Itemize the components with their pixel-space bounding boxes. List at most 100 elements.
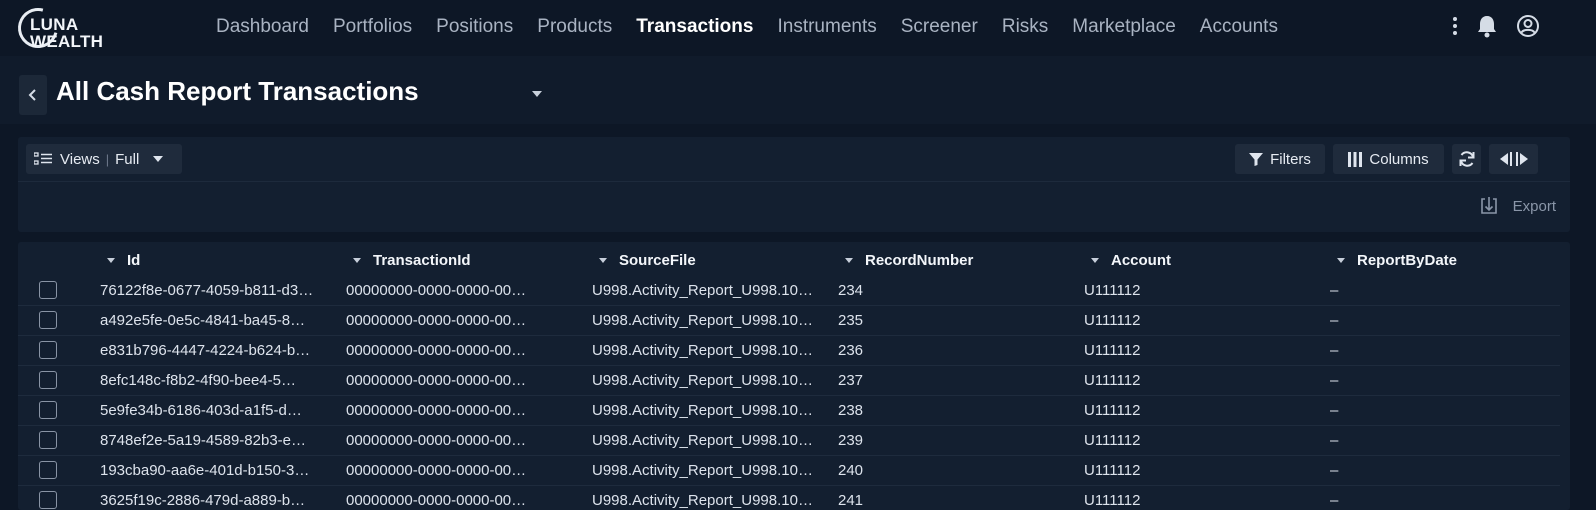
row-checkbox[interactable] <box>39 461 57 479</box>
table-row[interactable]: e831b796-4447-4224-b624-b… 00000000-0000… <box>18 336 1560 366</box>
nav-portfolios[interactable]: Portfolios <box>333 16 412 38</box>
row-checkbox[interactable] <box>39 401 57 419</box>
cell-id: 193cba90-aa6e-401d-b150-3… <box>100 462 310 479</box>
views-separator: | <box>105 151 110 167</box>
sort-caret-icon[interactable] <box>599 258 607 263</box>
row-checkbox[interactable] <box>39 371 57 389</box>
cell-recordnumber: 236 <box>838 342 864 359</box>
sort-caret-icon[interactable] <box>107 258 115 263</box>
cell-reportbydate: – <box>1330 432 1339 449</box>
columns-button[interactable]: Columns <box>1333 144 1444 174</box>
cell-reportbydate: – <box>1330 282 1339 299</box>
column-header-recordnumber[interactable]: RecordNumber <box>845 252 973 269</box>
cell-id: 5e9fe34b-6186-403d-a1f5-d… <box>100 402 302 419</box>
filters-button[interactable]: Filters <box>1235 144 1325 174</box>
cell-recordnumber: 238 <box>838 402 864 419</box>
cell-id: 76122f8e-0677-4059-b811-d3… <box>100 282 314 299</box>
cell-account: U111112 <box>1084 462 1141 479</box>
chevron-left-icon <box>28 89 36 101</box>
row-checkbox[interactable] <box>39 341 57 359</box>
cell-transactionid: 00000000-0000-0000-00… <box>346 462 527 479</box>
sort-caret-icon[interactable] <box>1337 258 1345 263</box>
sort-caret-icon[interactable] <box>1091 258 1099 263</box>
export-label: Export <box>1512 197 1556 215</box>
row-checkbox[interactable] <box>39 491 57 509</box>
nav-instruments[interactable]: Instruments <box>777 16 876 38</box>
cell-sourcefile: U998.Activity_Report_U998.10… <box>592 312 813 329</box>
column-header-id[interactable]: Id <box>107 252 140 269</box>
column-header-label: RecordNumber <box>865 252 974 269</box>
columns-icon <box>1348 151 1363 167</box>
cell-recordnumber: 241 <box>838 492 864 509</box>
row-checkbox[interactable] <box>39 281 57 299</box>
column-header-reportbydate[interactable]: ReportByDate <box>1337 252 1457 269</box>
table-row[interactable]: 3625f19c-2886-479d-a889-b… 00000000-0000… <box>18 486 1560 510</box>
column-header-label: Account <box>1111 252 1171 269</box>
nav-screener[interactable]: Screener <box>901 16 978 38</box>
title-dropdown-caret-icon[interactable] <box>532 91 542 97</box>
toolbar-divider <box>18 181 1570 182</box>
column-header-sourcefile[interactable]: SourceFile <box>599 252 696 269</box>
nav-positions[interactable]: Positions <box>436 16 513 38</box>
luna-wealth-logo[interactable]: LUNA WEALTH <box>10 0 118 56</box>
table-row[interactable]: 8748ef2e-5a19-4589-82b3-e… 00000000-0000… <box>18 426 1560 456</box>
bell-icon[interactable] <box>1476 14 1498 43</box>
refresh-button[interactable] <box>1452 144 1481 174</box>
export-icon <box>1480 197 1497 214</box>
cell-sourcefile: U998.Activity_Report_U998.10… <box>592 432 813 449</box>
more-vertical-icon[interactable] <box>1452 16 1458 41</box>
cell-account: U111112 <box>1084 402 1141 419</box>
views-value: Full <box>115 150 140 168</box>
sort-caret-icon[interactable] <box>845 258 853 263</box>
title-bar: All Cash Report Transactions <box>0 56 1596 124</box>
cell-recordnumber: 239 <box>838 432 864 449</box>
column-header-account[interactable]: Account <box>1091 252 1171 269</box>
back-button[interactable] <box>19 75 47 115</box>
column-header-transactionid[interactable]: TransactionId <box>353 252 471 269</box>
nav-accounts[interactable]: Accounts <box>1200 16 1278 38</box>
export-button[interactable]: Export <box>1479 196 1556 216</box>
cell-id: a492e5fe-0e5c-4841-ba45-8… <box>100 312 306 329</box>
cell-transactionid: 00000000-0000-0000-00… <box>346 282 527 299</box>
logo-line-1: LUNA <box>30 15 79 34</box>
nav-marketplace[interactable]: Marketplace <box>1072 16 1176 38</box>
page-title: All Cash Report Transactions <box>56 76 419 106</box>
cell-account: U111112 <box>1084 372 1141 389</box>
split-arrows-icon <box>1499 152 1528 166</box>
row-checkbox[interactable] <box>39 311 57 329</box>
cell-recordnumber: 235 <box>838 312 864 329</box>
views-selector[interactable]: Views | Full <box>26 144 182 174</box>
main-nav: Dashboard Portfolios Positions Products … <box>204 16 1290 38</box>
cell-transactionid: 00000000-0000-0000-00… <box>346 402 527 419</box>
cell-transactionid: 00000000-0000-0000-00… <box>346 342 527 359</box>
nav-products[interactable]: Products <box>537 16 612 38</box>
column-header-label: ReportByDate <box>1357 252 1458 269</box>
filters-label: Filters <box>1270 150 1311 168</box>
transactions-grid: Id TransactionId SourceFile RecordNumber… <box>18 242 1570 510</box>
table-row[interactable]: 193cba90-aa6e-401d-b150-3… 00000000-0000… <box>18 456 1560 486</box>
cell-id: 3625f19c-2886-479d-a889-b… <box>100 492 306 509</box>
cell-id: e831b796-4447-4224-b624-b… <box>100 342 311 359</box>
cell-sourcefile: U998.Activity_Report_U998.10… <box>592 462 813 479</box>
table-row[interactable]: 5e9fe34b-6186-403d-a1f5-d… 00000000-0000… <box>18 396 1560 426</box>
cell-transactionid: 00000000-0000-0000-00… <box>346 492 527 509</box>
nav-dashboard[interactable]: Dashboard <box>216 16 309 38</box>
nav-risks[interactable]: Risks <box>1002 16 1048 38</box>
cell-sourcefile: U998.Activity_Report_U998.10… <box>592 342 813 359</box>
table-row[interactable]: 8efc148c-f8b2-4f90-bee4-5… 00000000-0000… <box>18 366 1560 396</box>
cell-account: U111112 <box>1084 282 1141 299</box>
table-row[interactable]: 76122f8e-0677-4059-b811-d3… 00000000-000… <box>18 276 1560 306</box>
cell-account: U111112 <box>1084 342 1141 359</box>
cell-recordnumber: 240 <box>838 462 864 479</box>
row-checkbox[interactable] <box>39 431 57 449</box>
column-header-label: Id <box>127 252 141 269</box>
table-row[interactable]: a492e5fe-0e5c-4841-ba45-8… 00000000-0000… <box>18 306 1560 336</box>
cell-transactionid: 00000000-0000-0000-00… <box>346 312 527 329</box>
sort-caret-icon[interactable] <box>353 258 361 263</box>
cell-reportbydate: – <box>1330 492 1339 509</box>
panel-toggle-button[interactable] <box>1489 144 1538 174</box>
refresh-icon <box>1459 151 1474 167</box>
nav-transactions[interactable]: Transactions <box>636 16 753 38</box>
user-circle-icon[interactable] <box>1516 14 1540 43</box>
top-icon-group <box>1434 14 1540 43</box>
